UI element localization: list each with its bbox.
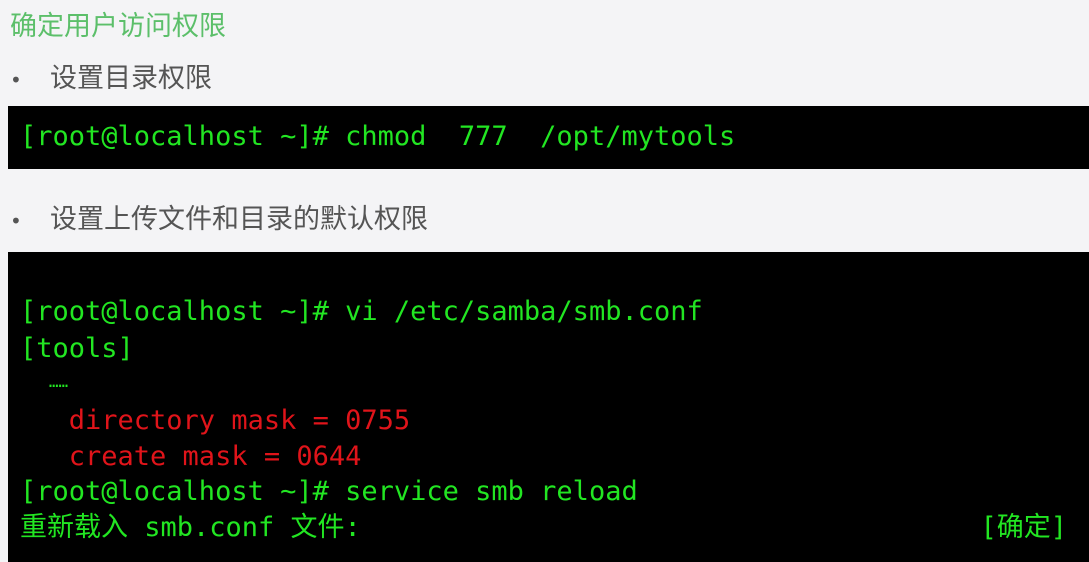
terminal-line: [root@localhost ~]# chmod 777 /opt/mytoo…	[20, 121, 736, 152]
terminal-line-create-mask: create mask = 0644	[20, 441, 362, 472]
bullet-set-default-permissions: • 设置上传文件和目录的默认权限	[10, 197, 428, 236]
bullet-text: 设置上传文件和目录的默认权限	[50, 204, 428, 235]
bullet-icon: •	[10, 67, 22, 92]
terminal-line: [root@localhost ~]# service smb reload	[20, 476, 638, 507]
bullet-set-directory-permissions: • 设置目录权限	[10, 56, 212, 95]
status-ok: [确定]	[980, 512, 1067, 543]
terminal-line-directory-mask: directory mask = 0755	[20, 405, 411, 436]
terminal-line: 重新载入 smb.conf 文件:	[20, 512, 361, 543]
terminal-line: [tools]	[20, 333, 134, 364]
terminal-smb-conf: [root@localhost ~]# vi /etc/samba/smb.co…	[8, 252, 1089, 562]
terminal-line: [root@localhost ~]# vi /etc/samba/smb.co…	[20, 296, 703, 327]
bullet-text: 设置目录权限	[50, 63, 212, 94]
slide-title: 确定用户访问权限	[10, 11, 226, 42]
terminal-chmod: [root@localhost ~]# chmod 777 /opt/mytoo…	[8, 106, 1089, 169]
bullet-icon: •	[10, 208, 22, 233]
terminal-line-ellipsis: ……	[20, 372, 69, 391]
